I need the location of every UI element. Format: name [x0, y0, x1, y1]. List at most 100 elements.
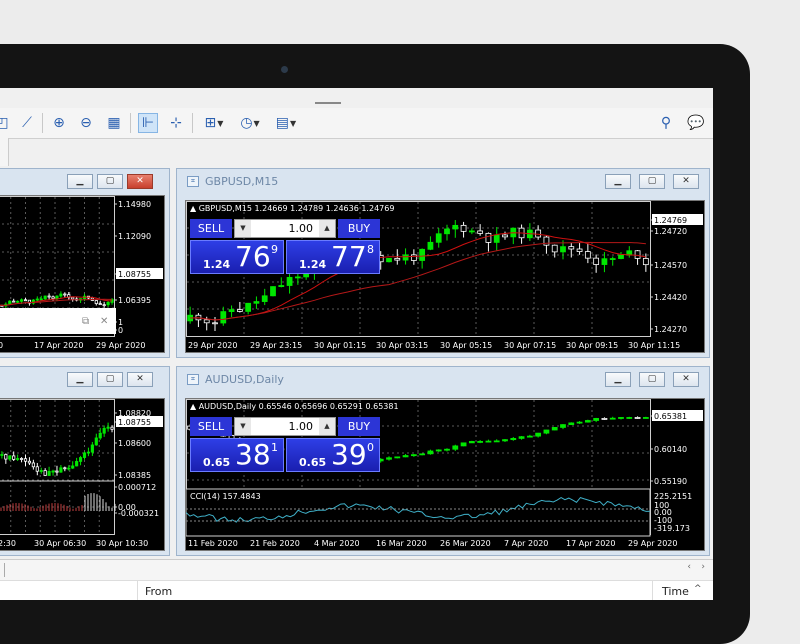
candle	[444, 448, 450, 451]
sell-button[interactable]: SELL	[190, 219, 232, 238]
price-label: 1.24420	[654, 293, 687, 302]
chart-area[interactable]: 1.24769 1.24720 1.24570 1.24420 1.24270 29 Ap…	[185, 200, 705, 353]
lot-decrease-button[interactable]: ▼	[235, 418, 251, 435]
scroll-right-icon[interactable]: ›	[701, 562, 705, 572]
sell-price-box[interactable]: 1.24 76 9	[190, 240, 284, 274]
price-chart-svg: 1.149801.120901.087551.0639510017 Apr 20…	[0, 196, 163, 350]
price-label: 1.14980	[118, 200, 151, 209]
price-label: -0.000321	[118, 509, 159, 518]
tile-windows-icon[interactable]: ▦	[104, 113, 124, 133]
close-button[interactable]: ✕	[127, 174, 153, 189]
price-fraction: 9	[271, 243, 278, 256]
candle	[8, 300, 12, 305]
minimize-button[interactable]: ▁	[67, 174, 93, 189]
price-pips: 76	[235, 240, 271, 273]
sell-price-box[interactable]: 0.65 38 1	[190, 438, 284, 472]
zoom-in-icon[interactable]: ⊕	[49, 113, 69, 133]
chart-window-left-bottom[interactable]: ▁ ▢ ✕ 1.08820 1.08755 1.08600 1.08385 0.0007…	[0, 366, 170, 556]
candle	[568, 422, 575, 426]
candle	[618, 417, 624, 419]
trendline-icon[interactable]: ⟋	[17, 113, 37, 133]
candle	[43, 470, 47, 476]
minimize-button[interactable]: ▁	[67, 372, 93, 387]
price-chart-svg: 1.088201.087551.086001.083850.0007120.00…	[0, 399, 163, 548]
candle	[47, 471, 51, 476]
chart-area[interactable]: 1.08820 1.08755 1.08600 1.08385 0.000712 0.00…	[0, 398, 165, 551]
search-icon[interactable]: ⚲	[656, 113, 676, 133]
current-price-label: 1.08755	[118, 418, 151, 427]
candle	[294, 276, 301, 279]
lot-increase-button[interactable]: ▲	[319, 418, 335, 435]
candle	[543, 236, 550, 246]
buy-button[interactable]: BUY	[338, 417, 380, 436]
add-indicator-icon[interactable]: ⊞ ▼	[200, 113, 228, 133]
cci-scale-label: -319.173	[654, 524, 690, 533]
chart-window-icon: ⌗	[187, 374, 199, 385]
close-button[interactable]: ✕	[673, 372, 699, 387]
chat-icon[interactable]: 💬	[686, 113, 706, 133]
candle	[468, 230, 475, 233]
screen: ◰ ⟋ ⊕ ⊖ ▦ ⊩ ⊹ ⊞ ▼ ◷ ▼ ▤ ▼ ⚲ 💬 ▁ ▢ ✕ 1.14980…	[0, 88, 713, 600]
minimize-button[interactable]: ▁	[605, 174, 631, 189]
chart-window-left-top[interactable]: ▁ ▢ ✕ 1.149801.120901.087551.0639510017 …	[0, 168, 170, 358]
price-label: 0.60140	[654, 445, 687, 454]
price-label: 1.08600	[118, 439, 151, 448]
date-label: 30 Apr 11:15	[628, 341, 680, 350]
candle	[394, 257, 401, 261]
timer-icon[interactable]: ◷ ▼	[236, 113, 264, 133]
line-studies-icon[interactable]: ◰	[0, 113, 12, 133]
maximize-button[interactable]: ▢	[639, 174, 665, 189]
date-label: 21 Feb 2020	[250, 539, 300, 548]
lot-increase-button[interactable]: ▲	[319, 220, 335, 237]
close-button[interactable]: ✕	[127, 372, 153, 387]
current-price-label: 1.08755	[118, 270, 151, 279]
column-header-time[interactable]: Time	[662, 585, 689, 598]
maximize-button[interactable]: ▢	[97, 372, 123, 387]
chart-window-audusd[interactable]: ⌗ AUDUSD,Daily ▁ ▢ ✕ 0.65381 0.60140 0.551…	[176, 366, 710, 556]
candle	[642, 417, 649, 419]
candle	[452, 445, 459, 450]
candle	[55, 295, 59, 299]
date-label: 7 Apr 2020	[504, 539, 548, 548]
candle	[518, 436, 525, 439]
candle	[593, 418, 600, 421]
crosshair-icon[interactable]: ⊹	[166, 113, 186, 133]
period-separators-icon[interactable]: ⊩	[138, 113, 158, 133]
buy-price-box[interactable]: 0.65 39 0	[286, 438, 380, 472]
candle	[261, 295, 268, 302]
templates-icon[interactable]: ▤ ▼	[272, 113, 300, 133]
buy-price-box[interactable]: 1.24 77 8	[286, 240, 380, 274]
minimize-button[interactable]: ▁	[605, 372, 631, 387]
lot-decrease-button[interactable]: ▼	[235, 220, 251, 237]
candle	[71, 465, 75, 469]
price-prefix: 1.24	[299, 258, 327, 271]
chart-area[interactable]: 0.65381 0.60140 0.55190 11 Feb 2020 21 Feb 2…	[185, 398, 705, 551]
column-header-from[interactable]: From	[145, 585, 172, 598]
maximize-button[interactable]: ▢	[639, 372, 665, 387]
sell-button[interactable]: SELL	[190, 417, 232, 436]
price-fraction: 8	[367, 243, 374, 256]
date-label: 30 Apr 09:15	[566, 341, 618, 350]
candle	[23, 458, 28, 462]
toolbar-strip	[0, 138, 9, 166]
candle	[402, 455, 409, 458]
chart-window-gbpusd[interactable]: ⌗ GBPUSD,M15 ▁ ▢ ✕ 1.24769 1.24720 1.24570…	[176, 168, 710, 358]
candle	[560, 424, 566, 428]
chart-window-icon: ⌗	[187, 176, 199, 187]
maximize-button[interactable]: ▢	[97, 174, 123, 189]
candle	[71, 296, 75, 300]
candle	[427, 450, 434, 455]
lot-size-input[interactable]: ▼ 1.00 ▲	[234, 417, 336, 436]
candle	[485, 440, 492, 443]
price-pips: 77	[331, 240, 367, 273]
candle	[67, 467, 71, 470]
candle	[576, 248, 583, 252]
zoom-out-icon[interactable]: ⊖	[76, 113, 96, 133]
buy-button[interactable]: BUY	[338, 219, 380, 238]
candle	[110, 426, 114, 430]
window-drag-handle[interactable]	[315, 102, 341, 104]
chart-area[interactable]: 1.149801.120901.087551.0639510017 Apr 20…	[0, 195, 165, 353]
close-button[interactable]: ✕	[673, 174, 699, 189]
lot-size-input[interactable]: ▼ 1.00 ▲	[234, 219, 336, 238]
scroll-left-icon[interactable]: ‹	[687, 562, 691, 572]
